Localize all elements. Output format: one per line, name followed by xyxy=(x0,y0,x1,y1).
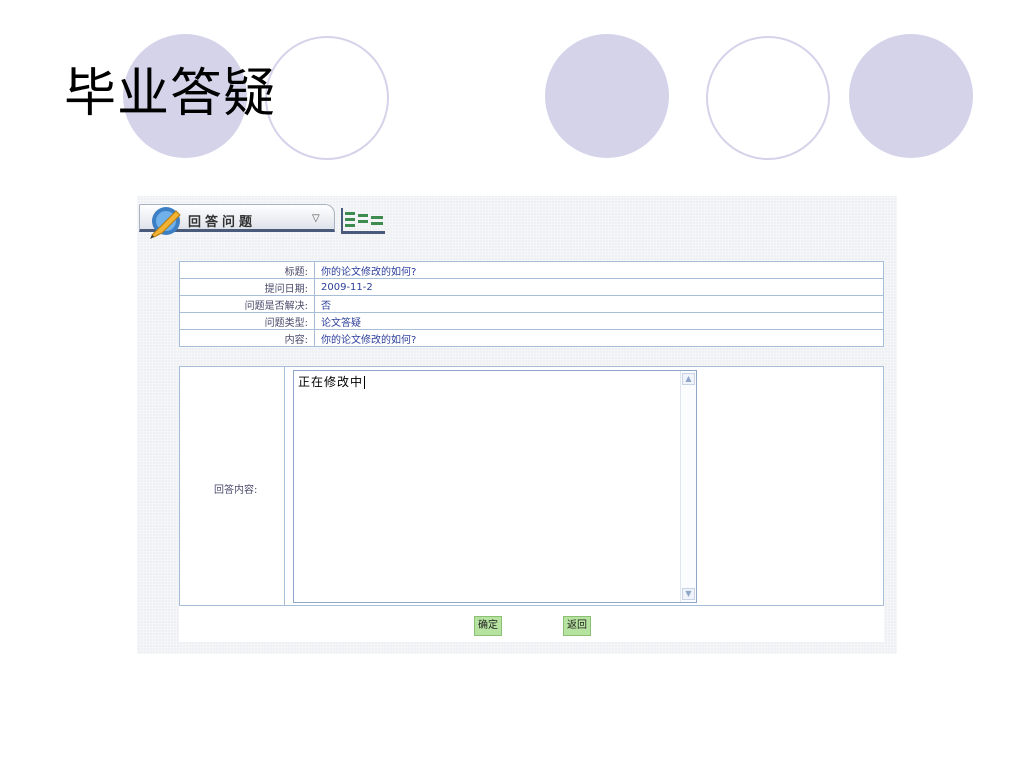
decor-circle-filled-3 xyxy=(849,34,973,158)
chevron-down-icon[interactable]: ▽ xyxy=(312,213,320,224)
answer-label: 回答内容: xyxy=(214,485,258,496)
field-label-title: 标题: xyxy=(179,261,315,279)
table-row: 内容: 你的论文修改的如何? xyxy=(179,329,884,347)
table-row: 提问日期: 2009-11-2 xyxy=(179,278,884,296)
pencil-icon xyxy=(150,207,181,239)
answer-question-panel: 回答问题 ▽ 标题: 你的论文修改的如何? 提问日期: 2009-11-2 问题… xyxy=(137,196,897,654)
panel-tab-label: 回答问题 xyxy=(188,215,257,230)
text-caret xyxy=(364,376,366,389)
field-value-type: 论文答疑 xyxy=(314,312,884,330)
field-value-resolved: 否 xyxy=(314,295,884,313)
decor-circle-outline-2 xyxy=(706,36,830,160)
slide-title: 毕业答疑 xyxy=(64,64,277,124)
table-row: 问题类型: 论文答疑 xyxy=(179,312,884,330)
field-value-title: 你的论文修改的如何? xyxy=(314,261,884,279)
toolbar-bars-icon xyxy=(341,208,385,234)
question-info-table: 标题: 你的论文修改的如何? 提问日期: 2009-11-2 问题是否解决: 否… xyxy=(179,261,884,347)
field-label-type: 问题类型: xyxy=(179,312,315,330)
table-row: 问题是否解决: 否 xyxy=(179,295,884,313)
decor-circle-filled-2 xyxy=(545,34,669,158)
field-label-resolved: 问题是否解决: xyxy=(179,295,315,313)
scroll-up-icon[interactable]: ▲ xyxy=(682,373,695,385)
confirm-button[interactable]: 确定 xyxy=(474,616,502,636)
field-label-content: 内容: xyxy=(179,329,315,347)
answer-label-cell: 回答内容: xyxy=(180,367,285,605)
panel-tab[interactable]: 回答问题 ▽ xyxy=(139,204,335,239)
answer-text-value: 正在修改中 xyxy=(298,375,364,389)
panel-header: 回答问题 ▽ xyxy=(139,198,519,239)
scroll-down-icon[interactable]: ▼ xyxy=(682,588,695,600)
answer-text[interactable]: 正在修改中 xyxy=(298,373,366,390)
answer-textarea[interactable]: 正在修改中 ▲ ▼ xyxy=(293,370,697,603)
answer-section: 回答内容: 正在修改中 ▲ ▼ xyxy=(179,366,884,606)
table-row: 标题: 你的论文修改的如何? xyxy=(179,261,884,279)
decor-circle-outline-1 xyxy=(265,36,389,160)
field-value-content: 你的论文修改的如何? xyxy=(314,329,884,347)
back-button[interactable]: 返回 xyxy=(563,616,591,636)
textarea-scrollbar[interactable]: ▲ ▼ xyxy=(680,371,696,602)
field-label-date: 提问日期: xyxy=(179,278,315,296)
field-value-date: 2009-11-2 xyxy=(314,278,884,296)
button-row: 确定 返回 xyxy=(179,606,884,642)
